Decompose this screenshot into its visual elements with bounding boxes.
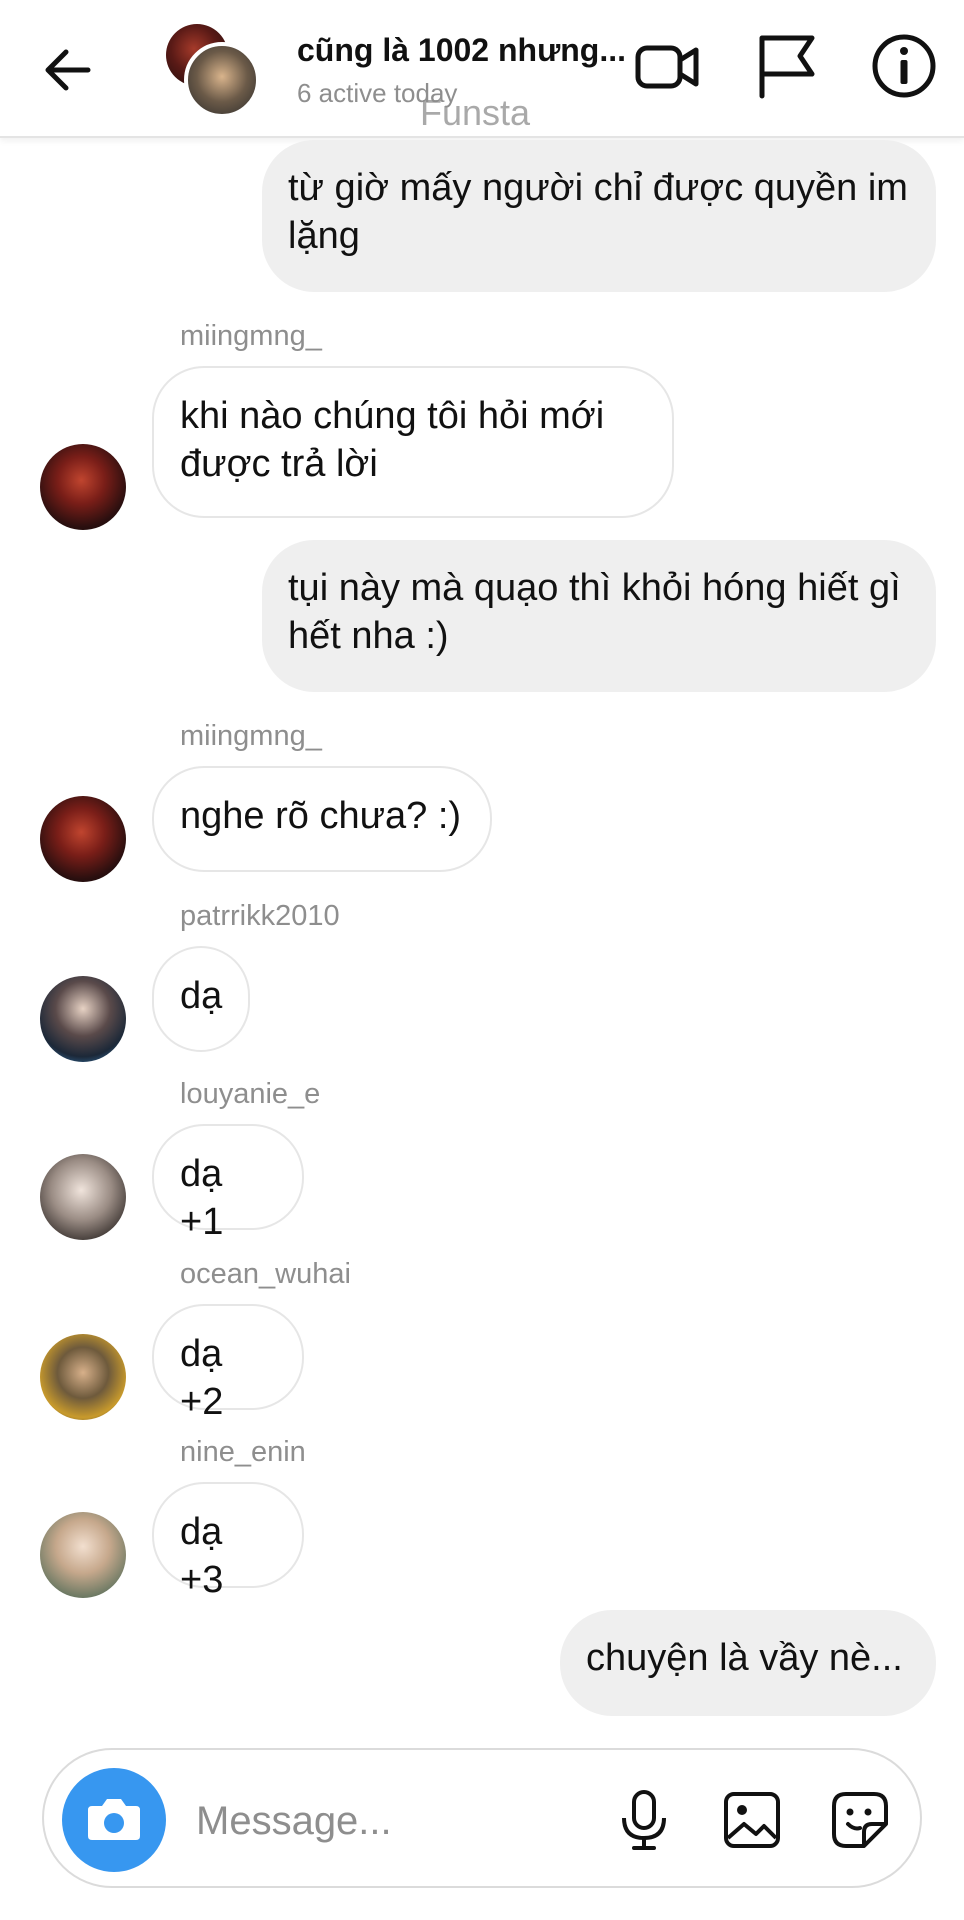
incoming-message[interactable]: dạ +3 (152, 1482, 304, 1601)
message-input[interactable] (194, 1790, 498, 1852)
gallery-button[interactable] (718, 1786, 786, 1854)
sender-name: louyanie_e (180, 1078, 321, 1110)
back-button[interactable] (36, 38, 100, 102)
gallery-icon (724, 1792, 780, 1848)
avatar[interactable] (40, 1154, 126, 1240)
sticker-button[interactable] (826, 1786, 894, 1854)
outgoing-message[interactable]: chuyện là vầy nè... (560, 1610, 936, 1716)
incoming-message[interactable]: dạ (152, 946, 250, 1052)
sender-name: patrrikk2010 (180, 900, 340, 932)
avatar[interactable] (40, 1512, 126, 1598)
avatar[interactable] (40, 796, 126, 882)
incoming-message[interactable]: dạ +1 (152, 1124, 304, 1243)
chat-header: cũng là 1002 nhưng... 6 active today Fun… (0, 0, 964, 138)
camera-button[interactable] (62, 1768, 166, 1872)
video-call-button[interactable] (632, 30, 704, 102)
incoming-message[interactable]: khi nào chúng tôi hỏi mới được trả lời (152, 366, 674, 518)
info-icon (872, 34, 936, 98)
message-list[interactable]: từ giờ mấy người chỉ được quyền im lặng … (0, 136, 964, 1736)
watermark: Funsta (420, 92, 531, 133)
flag-icon (759, 35, 815, 99)
voice-message-button[interactable] (610, 1786, 678, 1854)
avatar[interactable] (40, 976, 126, 1062)
report-button[interactable] (750, 30, 822, 102)
video-call-icon (635, 45, 699, 89)
back-arrow-icon (45, 49, 91, 91)
sender-name: miingmng_ (180, 720, 322, 752)
message-composer (42, 1748, 922, 1888)
camera-icon (88, 1799, 140, 1840)
outgoing-message[interactable]: tụi này mà quạo thì khỏi hóng hiết gì hế… (262, 540, 936, 692)
sender-name: miingmng_ (180, 320, 322, 352)
avatar[interactable] (40, 1334, 126, 1420)
sender-name: nine_enin (180, 1436, 306, 1468)
group-avatar[interactable] (166, 24, 260, 118)
chat-title[interactable]: cũng là 1002 nhưng... (297, 32, 637, 69)
outgoing-message[interactable]: từ giờ mấy người chỉ được quyền im lặng (262, 140, 936, 292)
microphone-icon (622, 1790, 666, 1850)
incoming-message[interactable]: dạ +2 (152, 1304, 304, 1423)
sender-name: ocean_wuhai (180, 1258, 351, 1290)
avatar[interactable] (40, 444, 126, 530)
incoming-message[interactable]: nghe rõ chưa? :) (152, 766, 492, 872)
sticker-icon (832, 1792, 888, 1848)
group-avatar-member-2 (184, 42, 260, 118)
info-button[interactable] (868, 30, 940, 102)
